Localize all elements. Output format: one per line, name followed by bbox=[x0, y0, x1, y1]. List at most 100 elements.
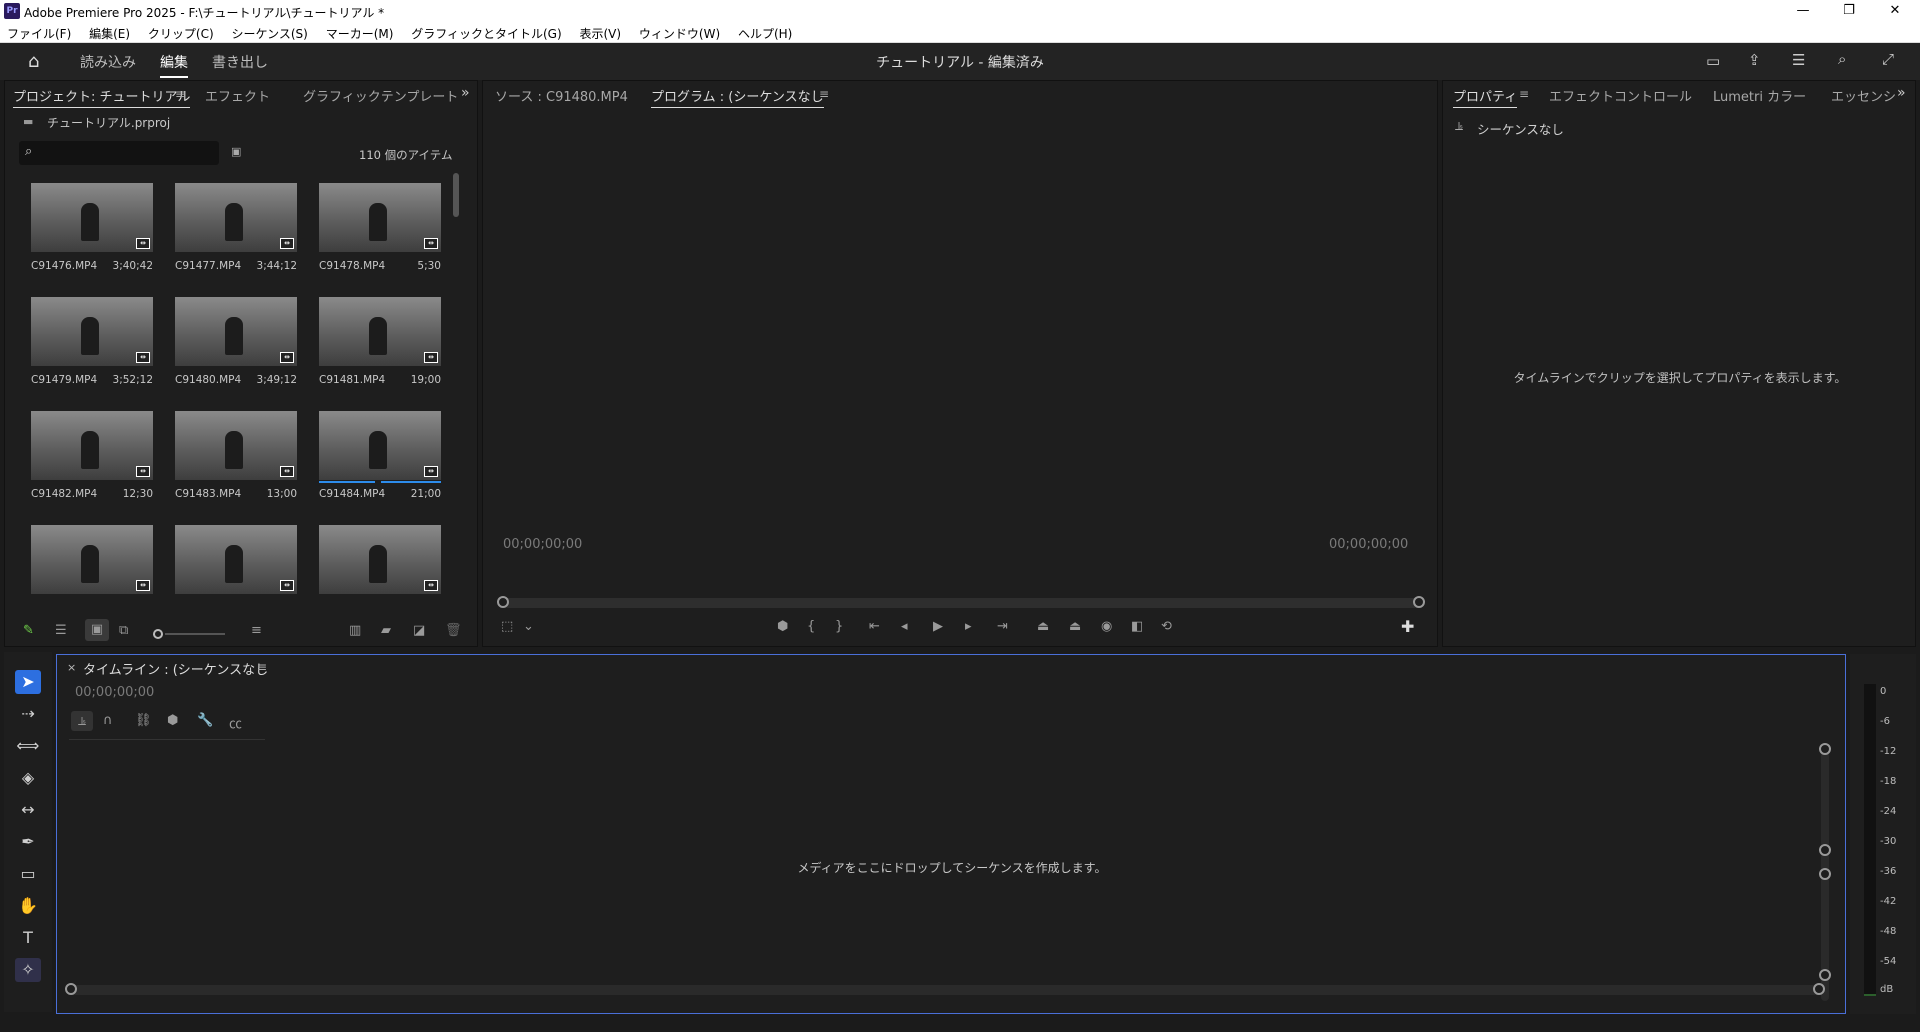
freeform-view-icon[interactable]: ⧉ bbox=[119, 623, 128, 638]
step-forward-icon[interactable]: ▸ bbox=[965, 619, 972, 634]
tab-effects[interactable]: エフェクト bbox=[205, 86, 270, 105]
restore-icon[interactable]: ❐ bbox=[1826, 0, 1872, 22]
workspaces-menu-icon[interactable]: ☰ bbox=[1792, 51, 1805, 69]
scroll-handle[interactable] bbox=[1819, 743, 1831, 755]
scroll-handle[interactable] bbox=[1819, 844, 1831, 856]
more-tabs-icon[interactable]: » bbox=[461, 85, 470, 101]
pen-icon[interactable]: ✒ bbox=[15, 830, 41, 854]
clip-thumbnail[interactable]: ⇹ bbox=[319, 297, 441, 366]
hand-icon[interactable]: ✋ bbox=[15, 894, 41, 918]
ripple-edit-icon[interactable]: ⟺ bbox=[15, 734, 41, 758]
generative-extend-icon[interactable]: ✧ bbox=[15, 958, 41, 982]
minimize-icon[interactable]: — bbox=[1780, 0, 1826, 22]
chevron-down-icon[interactable]: ⌄ bbox=[523, 619, 534, 634]
zoom-scroll-bar[interactable] bbox=[503, 598, 1423, 608]
add-marker-icon[interactable]: ⬢ bbox=[777, 619, 788, 634]
sort-icon[interactable]: ≡ bbox=[251, 623, 262, 638]
menu-clip[interactable]: クリップ(C) bbox=[141, 22, 221, 42]
clip-thumbnail[interactable]: ⇹ bbox=[31, 411, 153, 480]
clip-thumbnail[interactable]: ⇹ bbox=[31, 525, 153, 594]
close-icon[interactable]: × bbox=[67, 661, 76, 674]
tab-graphic-templates[interactable]: グラフィックテンプレート bbox=[303, 86, 458, 105]
menu-help[interactable]: ヘルプ(H) bbox=[731, 22, 799, 42]
home-icon[interactable]: ⌂ bbox=[28, 51, 39, 72]
tab-essential[interactable]: エッセンシ bbox=[1831, 86, 1896, 105]
tab-source[interactable]: ソース : C91480.MP4 bbox=[495, 86, 628, 105]
type-icon[interactable]: T bbox=[15, 926, 41, 950]
step-back-icon[interactable]: ◂ bbox=[901, 619, 908, 634]
menu-window[interactable]: ウィンドウ(W) bbox=[632, 22, 727, 42]
scroll-handle[interactable] bbox=[1819, 868, 1831, 880]
horizontal-scrollbar[interactable] bbox=[67, 985, 1823, 995]
add-button-icon[interactable]: ✚ bbox=[1401, 617, 1414, 636]
new-bin-from-search-icon[interactable]: ▣ bbox=[231, 145, 241, 158]
captions-icon[interactable]: ㏄ bbox=[229, 713, 242, 732]
close-icon[interactable]: ✕ bbox=[1872, 0, 1918, 22]
h-scroll-handle-right[interactable] bbox=[1813, 983, 1825, 995]
tab-export[interactable]: 書き出し bbox=[212, 52, 268, 72]
razor-icon[interactable]: ◈ bbox=[15, 766, 41, 790]
safe-margins-icon[interactable]: ⬚ bbox=[501, 619, 513, 634]
tab-lumetri-color[interactable]: Lumetri カラー bbox=[1713, 86, 1806, 105]
play-icon[interactable]: ▶ bbox=[933, 619, 943, 634]
panel-layout-icon[interactable]: ▭ bbox=[1706, 52, 1720, 70]
menu-file[interactable]: ファイル(F) bbox=[0, 22, 78, 42]
selection-tool-icon[interactable]: ➤ bbox=[15, 670, 41, 694]
scroll-handle[interactable] bbox=[1819, 969, 1831, 981]
scrollbar-thumb[interactable] bbox=[453, 173, 459, 217]
pencil-icon[interactable]: ✎ bbox=[23, 623, 34, 638]
clip-thumbnail[interactable]: ⇹ bbox=[175, 183, 297, 252]
clip-thumbnail[interactable]: ⇹ bbox=[175, 411, 297, 480]
tab-project[interactable]: プロジェクト: チュートリアル bbox=[13, 86, 191, 108]
search-input[interactable]: ⌕ bbox=[19, 141, 219, 165]
panel-menu-icon[interactable]: ≡ bbox=[1519, 87, 1529, 101]
clip-thumbnail[interactable]: ⇹ bbox=[175, 525, 297, 594]
menu-graphics[interactable]: グラフィックとタイトル(G) bbox=[404, 22, 568, 42]
add-marker-icon[interactable]: ⬢ bbox=[167, 713, 178, 728]
timeline-timecode[interactable]: 00;00;00;00 bbox=[75, 685, 154, 700]
clip-thumbnail[interactable]: ⇹ bbox=[175, 297, 297, 366]
panel-menu-icon[interactable]: ≡ bbox=[819, 87, 829, 101]
clip-thumbnail[interactable]: ⇹ bbox=[31, 183, 153, 252]
tab-import[interactable]: 読み込み bbox=[80, 52, 136, 72]
playhead-timecode[interactable]: 00;00;00;00 bbox=[503, 537, 582, 552]
go-to-out-icon[interactable]: ⇥ bbox=[997, 619, 1008, 634]
share-icon[interactable]: ⇪ bbox=[1748, 51, 1761, 69]
vr-video-icon[interactable]: ⟲ bbox=[1161, 619, 1172, 634]
more-tabs-icon[interactable]: » bbox=[1897, 85, 1906, 101]
tab-program[interactable]: プログラム : (シーケンスなし bbox=[651, 86, 824, 108]
trash-icon[interactable]: 🗑 bbox=[445, 623, 462, 638]
panel-menu-icon[interactable]: ≡ bbox=[257, 660, 267, 674]
wrench-icon[interactable]: 🔧 bbox=[197, 713, 213, 728]
clip-thumbnail[interactable]: ⇹ bbox=[319, 411, 441, 480]
fullscreen-icon[interactable]: ⤢ bbox=[1882, 50, 1894, 68]
zoom-slider-handle[interactable] bbox=[153, 629, 163, 639]
extract-icon[interactable]: ⏏ bbox=[1069, 619, 1081, 634]
zoom-slider[interactable] bbox=[165, 633, 225, 635]
h-scroll-handle-left[interactable] bbox=[65, 983, 77, 995]
mark-out-icon[interactable]: } bbox=[835, 619, 843, 634]
new-bin-icon[interactable]: ▰ bbox=[381, 623, 391, 638]
track-select-icon[interactable]: ⇢ bbox=[15, 702, 41, 726]
clip-thumbnail[interactable]: ⇹ bbox=[319, 525, 441, 594]
clip-thumbnail[interactable]: ⇹ bbox=[319, 183, 441, 252]
menu-edit[interactable]: 編集(E) bbox=[82, 22, 137, 42]
slip-icon[interactable]: ↔ bbox=[15, 798, 41, 822]
list-view-icon[interactable]: ☰ bbox=[55, 623, 67, 638]
menu-sequence[interactable]: シーケンス(S) bbox=[224, 22, 314, 42]
comparison-view-icon[interactable]: ◧ bbox=[1131, 619, 1143, 634]
linked-selection-icon[interactable]: ⛓ bbox=[135, 713, 152, 728]
rectangle-icon[interactable]: ▭ bbox=[15, 862, 41, 886]
nest-icon[interactable]: ⫡ bbox=[71, 711, 93, 731]
menu-view[interactable]: 表示(V) bbox=[573, 22, 629, 42]
tab-effect-controls[interactable]: エフェクトコントロール bbox=[1549, 86, 1692, 105]
search-help-icon[interactable]: ⌕ bbox=[1838, 50, 1846, 68]
automate-to-sequence-icon[interactable]: ▥ bbox=[349, 623, 361, 638]
panel-menu-icon[interactable]: ≡ bbox=[175, 87, 185, 101]
mark-in-icon[interactable]: { bbox=[807, 619, 815, 634]
go-to-in-icon[interactable]: ⇤ bbox=[869, 619, 880, 634]
tab-timeline[interactable]: タイムライン : (シーケンスなし bbox=[83, 659, 268, 678]
tab-properties[interactable]: プロパティ bbox=[1453, 86, 1518, 108]
menu-marker[interactable]: マーカー(M) bbox=[319, 22, 401, 42]
new-item-icon[interactable]: ◪ bbox=[413, 623, 425, 638]
